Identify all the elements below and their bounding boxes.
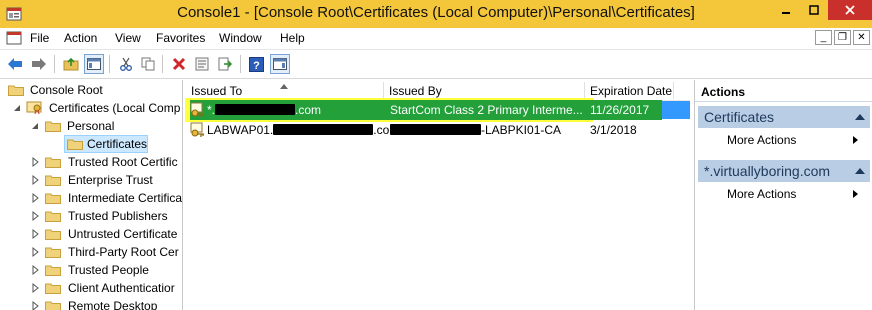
folder-icon [45,121,61,132]
collapsed-arrow-icon[interactable] [32,243,40,261]
submenu-arrow-icon [853,136,858,144]
menu-view[interactable]: View [115,31,141,45]
collapsed-arrow-icon[interactable] [32,225,40,243]
folder-icon [45,247,61,258]
certificate-key-icon [190,122,204,137]
toolbar: ? [0,50,872,79]
certificate-key-icon [190,102,204,117]
redaction [390,124,481,135]
folder-icon [45,301,61,310]
console-tree-pane[interactable]: Console Root Certificates (Local Comp Pe… [0,80,183,310]
child-restore-button[interactable]: ❐ [834,30,851,45]
forward-arrow-icon[interactable] [29,54,49,74]
collapsed-arrow-icon[interactable] [32,297,40,310]
svg-text:?: ? [253,60,260,72]
child-minimize-button[interactable]: _ [815,30,832,45]
folder-icon [45,229,61,240]
open-folder-icon [67,139,83,150]
folder-icon [45,193,61,204]
window-title: Console1 - [Console Root\Certificates (L… [177,4,695,21]
submenu-arrow-icon [853,190,858,198]
folder-icon [45,175,61,186]
close-button[interactable] [828,0,872,20]
action-group-certificates[interactable]: Certificates [698,106,870,128]
delete-icon[interactable] [169,54,189,74]
expanded-arrow-icon[interactable] [14,99,22,117]
menu-bar: File Action View Favorites Window Help [0,28,872,50]
redaction [273,124,374,135]
cell-expiration: 3/1/2018 [590,123,637,137]
sort-ascending-icon [280,84,288,89]
certificate-store-icon [26,101,42,115]
child-close-button[interactable]: ✕ [853,30,870,45]
collapsed-arrow-icon[interactable] [32,171,40,189]
cell-expiration: 11/26/2017 [590,103,650,117]
menu-help[interactable]: Help [280,31,305,45]
properties-icon[interactable] [192,54,212,74]
maximize-button[interactable] [800,0,828,20]
tree-node-certificates-selected[interactable]: Certificates [64,135,148,153]
more-actions-link[interactable]: More Actions [727,131,796,149]
help-icon[interactable]: ? [246,54,266,74]
show-action-pane-icon[interactable] [270,54,290,74]
cell-issued-by: -LABPKI01-CA [390,121,561,139]
folder-icon [45,157,61,168]
actions-pane: Actions Certificates More Actions *.virt… [694,80,872,310]
column-issued-to[interactable]: Issued To [191,80,242,100]
column-issued-by[interactable]: Issued By [389,80,442,100]
show-hide-tree-icon[interactable] [84,54,104,74]
collapsed-arrow-icon[interactable] [32,207,40,225]
menu-file[interactable]: File [30,31,49,45]
folder-icon [45,265,61,276]
collapsed-arrow-icon[interactable] [32,261,40,279]
folder-icon [8,85,24,96]
menu-window[interactable]: Window [219,31,262,45]
expanded-arrow-icon[interactable] [32,117,40,135]
action-group-selected-certificate[interactable]: *.virtuallyboring.com [698,160,870,182]
copy-icon[interactable] [138,54,158,74]
collapsed-arrow-icon[interactable] [32,279,40,297]
menu-favorites[interactable]: Favorites [156,31,205,45]
collapsed-arrow-icon[interactable] [32,189,40,207]
cell-issued-to: LABWAP01. .com [207,123,400,137]
redaction [215,104,296,115]
folder-icon [45,211,61,222]
collapse-icon[interactable] [855,168,865,174]
cut-icon[interactable] [116,54,136,74]
table-row[interactable]: LABWAP01. .com -LABPKI01-CA 3/1/2018 [185,121,690,139]
cell-issued-by: StartCom Class 2 Primary Interme... [390,103,583,117]
collapse-icon[interactable] [855,114,865,120]
menu-action[interactable]: Action [64,31,97,45]
export-list-icon[interactable] [215,54,235,74]
folder-icon [45,283,61,294]
table-row-selected[interactable]: *. .com StartCom Class 2 Primary Interme.… [185,98,690,122]
more-actions-link[interactable]: More Actions [727,185,796,203]
collapsed-arrow-icon[interactable] [32,153,40,171]
cell-issued-to: *. .com [207,103,322,117]
console-menu-icon[interactable] [6,31,22,46]
up-folder-icon[interactable] [61,54,81,74]
minimize-button[interactable] [772,0,800,20]
certificate-list-pane[interactable]: Issued To Issued By Expiration Date *. .c… [185,80,690,310]
back-arrow-icon[interactable] [5,54,25,74]
column-expiration-date[interactable]: Expiration Date [590,80,672,100]
actions-header: Actions [695,80,872,102]
